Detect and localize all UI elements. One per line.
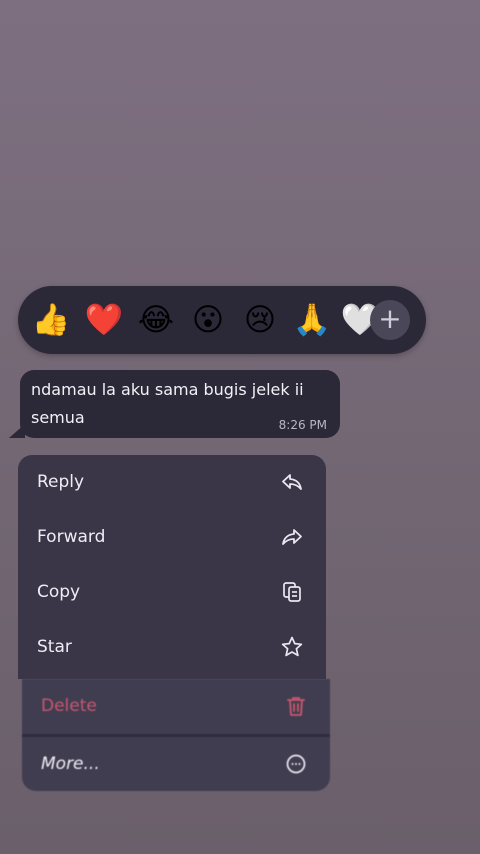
reply-label: Reply [37, 472, 85, 492]
forward-icon [282, 529, 302, 545]
forward-menu-item[interactable]: Forward [18, 510, 326, 565]
trash-icon [287, 697, 305, 716]
more-options-icon [286, 754, 306, 774]
delete-menu-item[interactable]: Delete [22, 679, 330, 734]
copy-menu-item[interactable]: Copy [18, 565, 326, 620]
praying-hands-emoji[interactable]: 🙏 [292, 300, 332, 340]
copy-icon [283, 582, 301, 602]
message-bubble[interactable]: ndamau la aku sama bugis jelek ii semua … [20, 370, 340, 438]
copy-label: Copy [37, 582, 81, 602]
more-menu-item[interactable]: More... [22, 737, 330, 792]
star-menu-item[interactable]: Star [18, 620, 326, 675]
reply-menu-item[interactable]: Reply [18, 455, 326, 510]
crying-emoji[interactable]: 😢 [240, 300, 280, 340]
forward-label: Forward [37, 527, 106, 547]
context-menu-lower: Delete More... [22, 679, 330, 791]
context-menu: Reply Forward Copy Star [18, 455, 326, 679]
message-timestamp: 8:26 PM [278, 418, 327, 432]
star-label: Star [37, 637, 72, 657]
more-reactions-button[interactable]: + [370, 300, 410, 340]
reply-icon [282, 474, 302, 490]
delete-label: Delete [41, 696, 97, 716]
reaction-bar: 👍 ❤️ 😂 😮 😢 🙏 🤍 + [18, 286, 426, 354]
surprised-emoji[interactable]: 😮 [188, 300, 228, 340]
star-icon [281, 636, 303, 657]
thumbs-up-emoji[interactable]: 👍 [31, 300, 71, 340]
heart-emoji[interactable]: ❤️ [84, 300, 124, 340]
laughing-emoji[interactable]: 😂 [136, 300, 176, 340]
more-label: More... [41, 754, 100, 774]
